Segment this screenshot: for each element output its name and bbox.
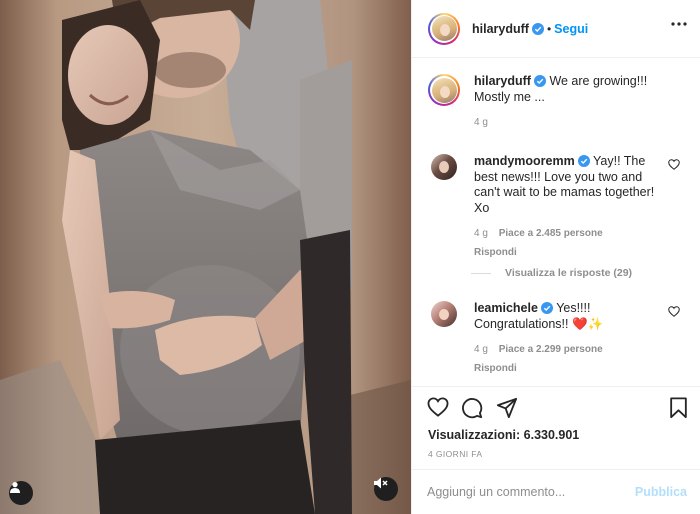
commenter-avatar[interactable] — [431, 301, 457, 327]
comment-time[interactable]: 4 g — [474, 344, 488, 355]
caption-avatar[interactable] — [428, 74, 460, 106]
replies-divider — [471, 272, 491, 274]
view-replies-label: Visualizza le risposte (29) — [505, 267, 633, 279]
share-icon[interactable] — [496, 397, 518, 419]
reply-button[interactable]: Rispondi — [474, 245, 664, 261]
views-value: 6.330.901 — [523, 428, 580, 442]
more-icon[interactable] — [671, 22, 687, 26]
comment-username[interactable]: leamichele — [474, 301, 538, 315]
publish-button[interactable]: Pubblica — [635, 485, 687, 499]
commenter-avatar[interactable] — [431, 154, 457, 180]
comment-input[interactable]: Aggiungi un commento... — [427, 485, 635, 499]
comment-icon[interactable] — [461, 397, 483, 419]
like-heart-icon[interactable] — [427, 397, 449, 417]
post-caption: hilaryduff We are growing!!! Mostly me .… — [428, 74, 690, 131]
heart-icon[interactable] — [668, 306, 680, 317]
follow-button[interactable]: Segui — [554, 22, 588, 36]
views-label: Visualizzazioni: — [428, 428, 521, 442]
comment-time[interactable]: 4 g — [474, 228, 488, 239]
post-actions: Visualizzazioni: 6.330.901 4 GIORNI FA — [412, 386, 700, 462]
comment-composer: Aggiungi un commento... Pubblica — [412, 469, 700, 514]
comment-item: mandymooremm Yay!! The best news!!! Love… — [428, 154, 690, 260]
views-count[interactable]: Visualizzazioni: 6.330.901 — [428, 428, 579, 442]
post-video[interactable] — [0, 0, 411, 514]
post-side-panel: hilaryduff • Segui hilaryduff We are gro… — [411, 0, 700, 514]
view-replies-button[interactable]: Visualizza le risposte (29) — [471, 267, 632, 279]
comment-emojis: ❤️✨ — [572, 316, 604, 331]
author-username[interactable]: hilaryduff — [472, 22, 529, 36]
mute-button[interactable] — [374, 477, 398, 501]
reply-button[interactable]: Rispondi — [474, 361, 664, 377]
comment-item: leamichele Yes!!!! Congratulations!! ❤️✨… — [428, 301, 690, 376]
heart-icon[interactable] — [668, 159, 680, 170]
comment-likes[interactable]: Piace a 2.299 persone — [499, 344, 603, 355]
header-separator: • — [546, 21, 552, 36]
comment-username[interactable]: mandymooremm — [474, 154, 575, 168]
mute-icon — [374, 477, 388, 489]
verified-icon — [577, 155, 590, 167]
author-avatar-image — [431, 16, 457, 41]
comment-likes[interactable]: Piace a 2.485 persone — [499, 228, 603, 239]
caption-username[interactable]: hilaryduff — [474, 74, 531, 88]
user-tag-button[interactable] — [9, 481, 33, 505]
video-frame-illustration — [0, 0, 411, 514]
caption-time[interactable]: 4 g — [474, 117, 488, 128]
author-avatar[interactable] — [428, 12, 460, 45]
comments-list[interactable]: hilaryduff We are growing!!! Mostly me .… — [412, 59, 700, 386]
verified-icon — [531, 22, 544, 35]
verified-icon — [540, 302, 553, 314]
post-timestamp[interactable]: 4 GIORNI FA — [428, 449, 482, 459]
save-icon[interactable] — [669, 397, 688, 419]
verified-icon — [533, 75, 546, 87]
user-tag-icon — [10, 482, 20, 493]
caption-avatar-image — [431, 77, 457, 103]
post-header: hilaryduff • Segui — [412, 0, 700, 58]
